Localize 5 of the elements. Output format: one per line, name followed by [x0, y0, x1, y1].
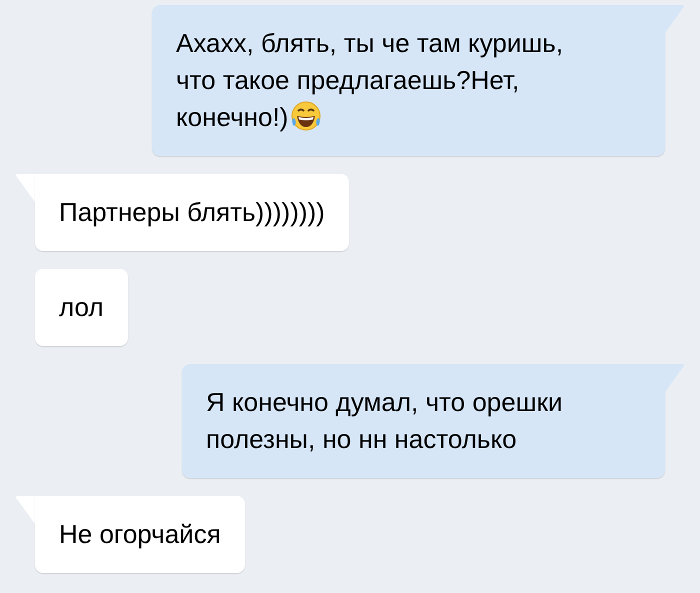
message-text: Ахахх, блять, ты че там куришь, что такое предлагаешь?Нет, конечно!) — [176, 28, 564, 132]
message-text: Партнеры блять)))))))) — [59, 197, 325, 227]
message-text: Не огорчайся — [59, 519, 221, 549]
message-text: Я конечно думал, что орешки полезны, но нн настолько — [206, 387, 562, 454]
message-text: лол — [59, 292, 104, 322]
